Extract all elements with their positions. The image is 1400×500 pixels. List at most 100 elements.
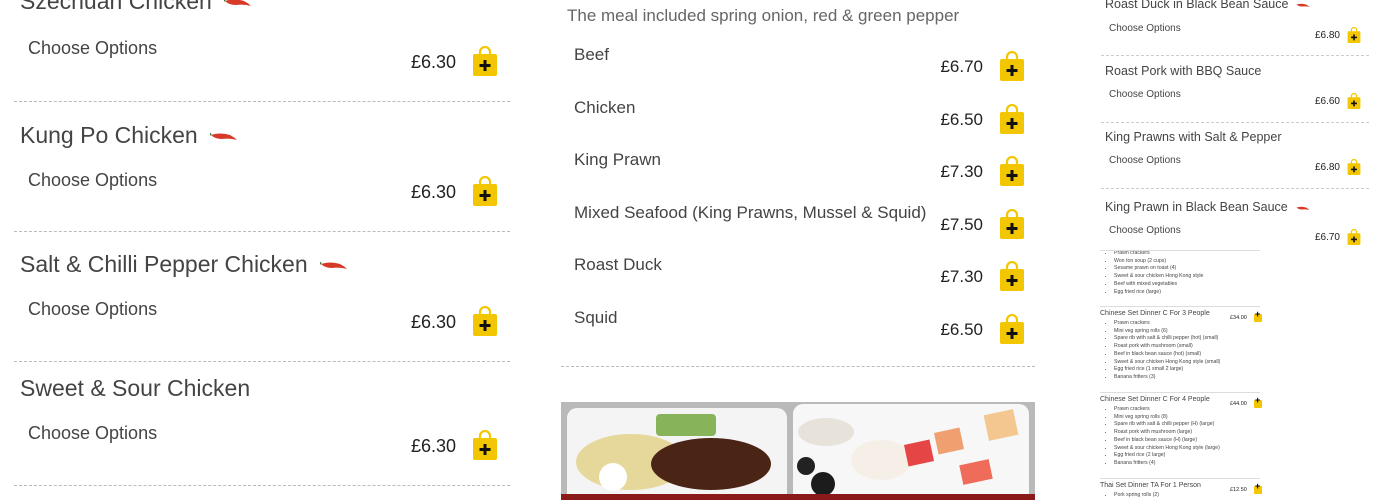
- basket-add-icon: [999, 261, 1025, 291]
- add-to-basket-button[interactable]: [472, 176, 498, 211]
- menu-item: Roast Duck in Black Bean Sauce Choose Op…: [1101, 0, 1369, 56]
- set-menu-item: Beef with mixed vegetables: [1114, 281, 1260, 289]
- set-menu-item: Roast pork with mushroom (small): [1114, 343, 1260, 351]
- add-to-basket-button[interactable]: [472, 46, 498, 81]
- menu-item-name: Roast Duck in Black Bean Sauce: [1105, 0, 1289, 11]
- choose-options-link[interactable]: Choose Options: [1109, 23, 1181, 34]
- add-to-basket-button[interactable]: [999, 261, 1025, 296]
- basket-add-icon: [999, 209, 1025, 239]
- basket-add-icon: [1347, 229, 1361, 245]
- price: £6.30: [410, 182, 456, 202]
- menu-item-title: Salt & Chilli Pepper Chicken: [20, 251, 348, 278]
- menu-item: Szechuan Chicken Choose Options £6.30: [14, 0, 510, 102]
- set-menu-item: Egg fried rice (1 small 2 large): [1114, 366, 1260, 374]
- divider: [1101, 188, 1369, 189]
- chili-icon: [319, 260, 348, 270]
- add-to-basket-button[interactable]: [1254, 397, 1262, 408]
- set-menu-item: Roast pork with mushroom (large): [1114, 429, 1260, 437]
- divider: [1101, 122, 1369, 123]
- set-menu-item: Won ton soup (2 cups): [1114, 258, 1260, 266]
- price: £6.30: [410, 436, 456, 456]
- chili-icon: [1296, 200, 1310, 214]
- price: £6.80: [1314, 162, 1340, 173]
- set-menu-title: Chinese Set Dinner C For 3 People: [1100, 310, 1210, 317]
- menu-item-title: Kung Po Chicken: [20, 122, 238, 149]
- add-to-basket-button[interactable]: [1254, 311, 1262, 322]
- set-menu-item: Spare rib with salt & chilli pepper (hot…: [1114, 335, 1260, 343]
- add-to-basket-button[interactable]: [472, 306, 498, 341]
- add-to-basket-button[interactable]: [999, 104, 1025, 139]
- price: £6.70: [1314, 232, 1340, 243]
- menu-item: Roast Pork with BBQ Sauce Choose Options…: [1101, 64, 1369, 123]
- add-to-basket-button[interactable]: [1347, 27, 1361, 48]
- divider: [14, 361, 510, 362]
- set-menu: Chinese Set Dinner C For 4 People £44.00…: [1100, 392, 1262, 480]
- divider: [561, 366, 1035, 367]
- set-menu-title: Thai Set Dinner TA For 1 Person: [1100, 482, 1201, 489]
- set-menu-item: Prawn crackers: [1114, 250, 1260, 258]
- choose-options-link[interactable]: Choose Options: [1109, 155, 1181, 166]
- option-price: £6.50: [940, 320, 983, 339]
- menu-item-title: Szechuan Chicken: [20, 0, 252, 15]
- menu-item-name: Sweet & Sour Chicken: [20, 375, 251, 401]
- add-to-basket-button[interactable]: [1347, 159, 1361, 180]
- menu-item: Sweet & Sour Chicken Choose Options £6.3…: [14, 375, 510, 486]
- basket-add-icon: [1347, 27, 1361, 43]
- menu-item-name: King Prawn in Black Bean Sauce: [1105, 200, 1288, 214]
- option-name: Squid: [574, 308, 618, 327]
- add-to-basket-button[interactable]: [999, 51, 1025, 86]
- set-menu-item: Egg fried rice (large): [1114, 289, 1260, 297]
- menu-item-name: Kung Po Chicken: [20, 122, 198, 148]
- price: £6.30: [410, 52, 456, 72]
- menu-item-name: King Prawns with Salt & Pepper: [1105, 130, 1282, 144]
- menu-item: Salt & Chilli Pepper Chicken Choose Opti…: [14, 251, 510, 362]
- add-to-basket-button[interactable]: [1347, 229, 1361, 250]
- set-menu-item: Egg fried rice (2 large): [1114, 452, 1260, 460]
- add-to-basket-button[interactable]: [1347, 93, 1361, 114]
- choose-options-link[interactable]: Choose Options: [28, 423, 157, 444]
- set-menu-item: Sweet & sour chicken Hong Kong style (sm…: [1114, 359, 1260, 367]
- choose-options-link[interactable]: Choose Options: [28, 170, 157, 191]
- option-price: £7.50: [940, 215, 983, 234]
- price: £34.00: [1230, 315, 1247, 321]
- choose-options-link[interactable]: Choose Options: [1109, 89, 1181, 100]
- set-menu: Thai Set Dinner TA For 1 Person £12.50 P…: [1100, 478, 1262, 500]
- set-menu: Chinese Set Dinner C For 3 People £34.00…: [1100, 306, 1262, 394]
- basket-add-icon: [472, 306, 498, 336]
- option-price: £6.50: [940, 110, 983, 129]
- option-price: £7.30: [940, 267, 983, 286]
- add-to-basket-button[interactable]: [1254, 483, 1262, 494]
- add-to-basket-button[interactable]: [999, 209, 1025, 244]
- divider: [1100, 306, 1260, 307]
- price: £6.60: [1314, 96, 1340, 107]
- chili-icon: [1296, 0, 1310, 11]
- set-menu-item: Mini veg spring rolls (8): [1114, 414, 1260, 422]
- divider: [14, 101, 510, 102]
- menu-column-right: Roast Duck in Black Bean Sauce Choose Op…: [1090, 0, 1400, 500]
- menu-column-left: Szechuan Chicken Choose Options £6.30 Ku…: [0, 0, 540, 500]
- set-menu-item: Beef in black bean sauce (H) (large): [1114, 437, 1260, 445]
- add-to-basket-button[interactable]: [999, 314, 1025, 349]
- menu-item-title: Roast Duck in Black Bean Sauce: [1105, 0, 1310, 11]
- choose-options-link[interactable]: Choose Options: [1109, 225, 1181, 236]
- divider: [1101, 55, 1369, 56]
- set-menu-item: Banana fritters (3): [1114, 374, 1260, 382]
- menu-item: Kung Po Chicken Choose Options £6.30: [14, 122, 510, 232]
- set-menu-title: Chinese Set Dinner C For 4 People: [1100, 396, 1210, 403]
- price: £12.50: [1230, 487, 1247, 493]
- set-menu-item: Mini veg spring rolls (6): [1114, 328, 1260, 336]
- basket-add-icon: [472, 46, 498, 76]
- choose-options-link[interactable]: Choose Options: [28, 38, 157, 59]
- price: £44.00: [1230, 401, 1247, 407]
- option-name: Beef: [574, 45, 609, 64]
- option-name: Mixed Seafood (King Prawns, Mussel & Squ…: [574, 203, 927, 222]
- food-photo: [561, 402, 1035, 500]
- chili-icon: [223, 0, 252, 7]
- add-to-basket-button[interactable]: [999, 156, 1025, 191]
- basket-add-icon: [999, 314, 1025, 344]
- choose-options-link[interactable]: Choose Options: [28, 299, 157, 320]
- add-to-basket-button[interactable]: [472, 430, 498, 465]
- menu-item-name: Roast Pork with BBQ Sauce: [1105, 64, 1262, 78]
- basket-add-icon: [999, 51, 1025, 81]
- set-menu-item: Sweet & sour chicken Hong Kong style: [1114, 273, 1260, 281]
